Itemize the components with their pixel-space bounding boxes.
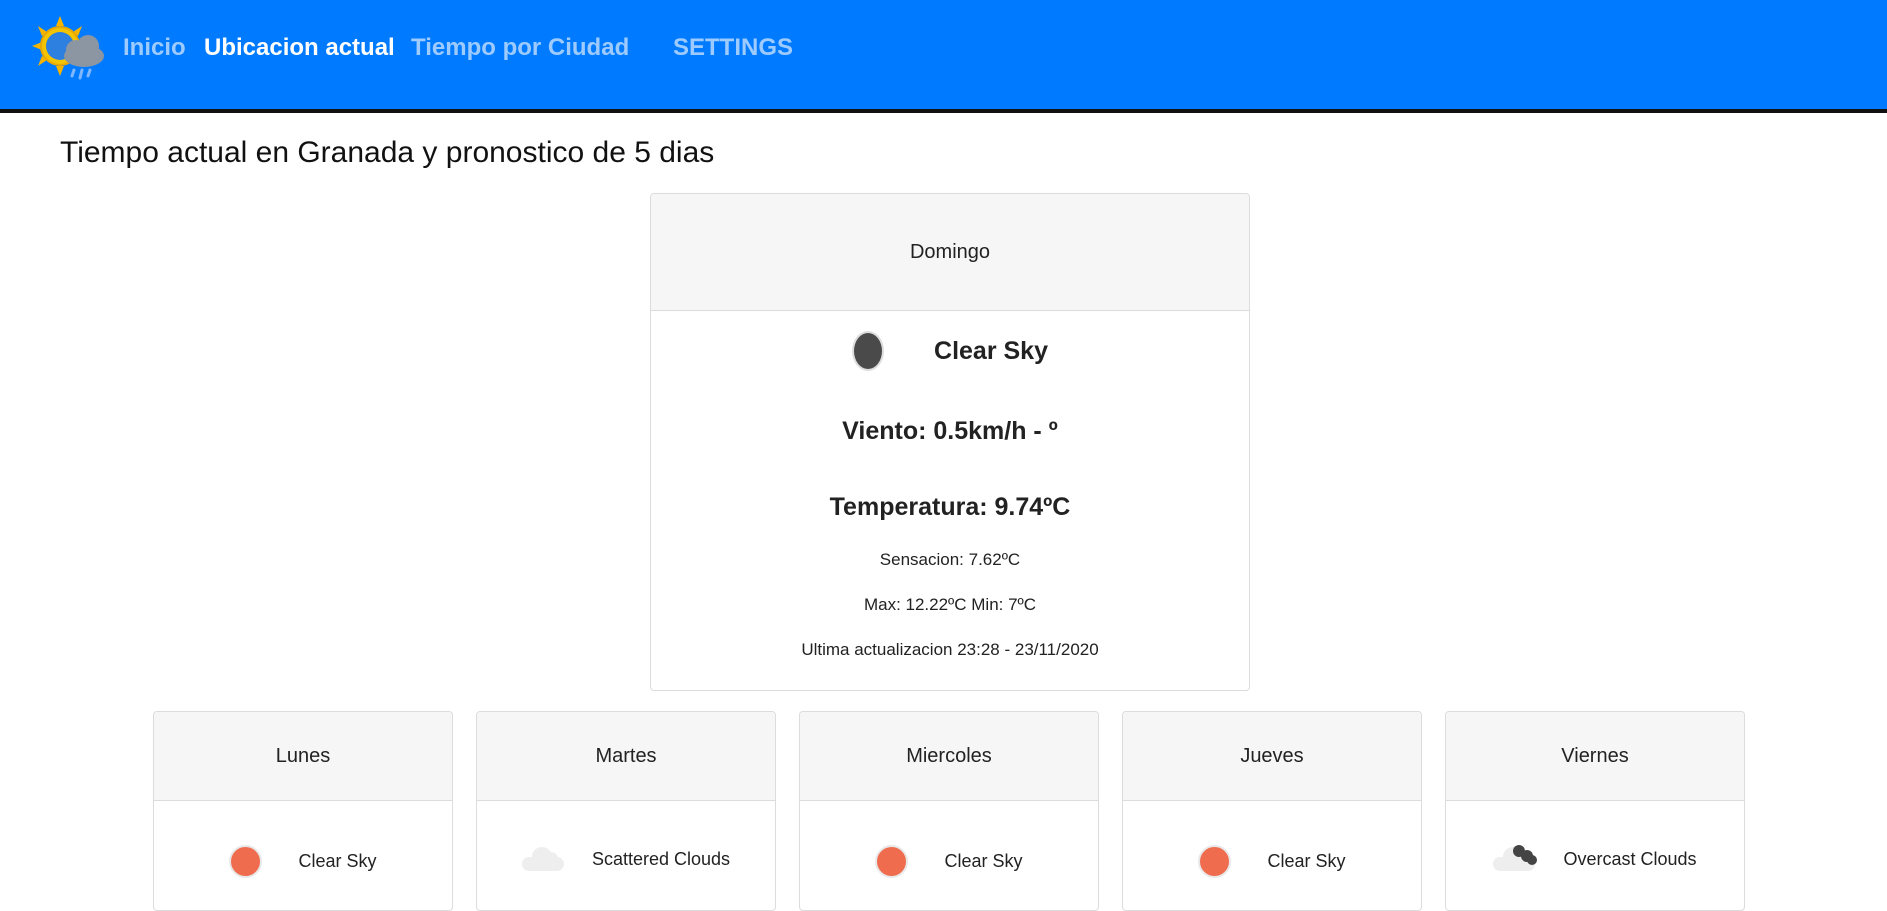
overcast-cloud-icon <box>1493 845 1538 873</box>
forecast-day-header: Viernes <box>1446 712 1744 801</box>
forecast-day-header: Jueves <box>1123 712 1421 801</box>
last-updated-text: Ultima actualizacion 23:28 - 23/11/2020 <box>801 640 1099 659</box>
forecast-body: Clear Sky <box>1123 801 1421 910</box>
forecast-card-viernes: Viernes Overcast Clouds <box>1445 711 1745 911</box>
max-min-text: Max: 12.22ºC Min: 7ºC <box>863 595 1037 614</box>
feels-like-text: Sensacion: 7.62ºC <box>879 550 1021 569</box>
nav-link-settings[interactable]: SETTINGS <box>673 34 793 62</box>
sun-icon <box>229 845 263 878</box>
forecast-day-header: Lunes <box>154 712 452 801</box>
nav-link-tiempo-por-ciudad[interactable]: Tiempo por Ciudad <box>411 34 629 62</box>
forecast-body: Overcast Clouds <box>1446 801 1744 910</box>
wind-text: Viento: 0.5km/h - º <box>842 417 1058 445</box>
forecast-card-lunes: Lunes Clear Sky <box>153 711 453 911</box>
forecast-body: Scattered Clouds <box>477 801 775 910</box>
forecast-body: Clear Sky <box>154 801 452 910</box>
forecast-description: Overcast Clouds <box>1563 848 1697 869</box>
nav-link-ubicacion-actual[interactable]: Ubicacion actual <box>204 34 395 62</box>
current-weather-body: Clear Sky Viento: 0.5km/h - º Temperatur… <box>651 311 1249 690</box>
sun-icon <box>1198 845 1232 878</box>
forecast-description: Clear Sky <box>1267 851 1346 871</box>
forecast-description: Clear Sky <box>944 851 1023 871</box>
forecast-body: Clear Sky <box>800 801 1098 910</box>
forecast-card-jueves: Jueves Clear Sky <box>1122 711 1422 911</box>
forecast-description: Scattered Clouds <box>591 848 731 869</box>
navbar: Inicio Ubicacion actual Tiempo por Ciuda… <box>0 0 1887 113</box>
current-description: Clear Sky <box>934 336 1048 365</box>
nav-link-inicio[interactable]: Inicio <box>123 34 186 62</box>
sun-cloud-rain-icon[interactable] <box>30 14 106 84</box>
page-title: Tiempo actual en Granada y pronostico de… <box>60 136 715 169</box>
sun-icon <box>875 845 909 878</box>
moon-icon <box>852 331 885 371</box>
forecast-card-miercoles: Miercoles Clear Sky <box>799 711 1099 911</box>
current-day-header: Domingo <box>651 194 1249 311</box>
current-weather-card: Domingo Clear Sky Viento: 0.5km/h - º Te… <box>650 193 1250 691</box>
forecast-description: Clear Sky <box>298 851 377 871</box>
forecast-day-header: Martes <box>477 712 775 801</box>
forecast-card-martes: Martes Scattered Clouds <box>476 711 776 911</box>
current-description-row: Clear Sky <box>651 331 1249 371</box>
forecast-day-header: Miercoles <box>800 712 1098 801</box>
cloud-icon <box>521 845 564 873</box>
temperature-text: Temperatura: 9.74ºC <box>829 493 1071 521</box>
